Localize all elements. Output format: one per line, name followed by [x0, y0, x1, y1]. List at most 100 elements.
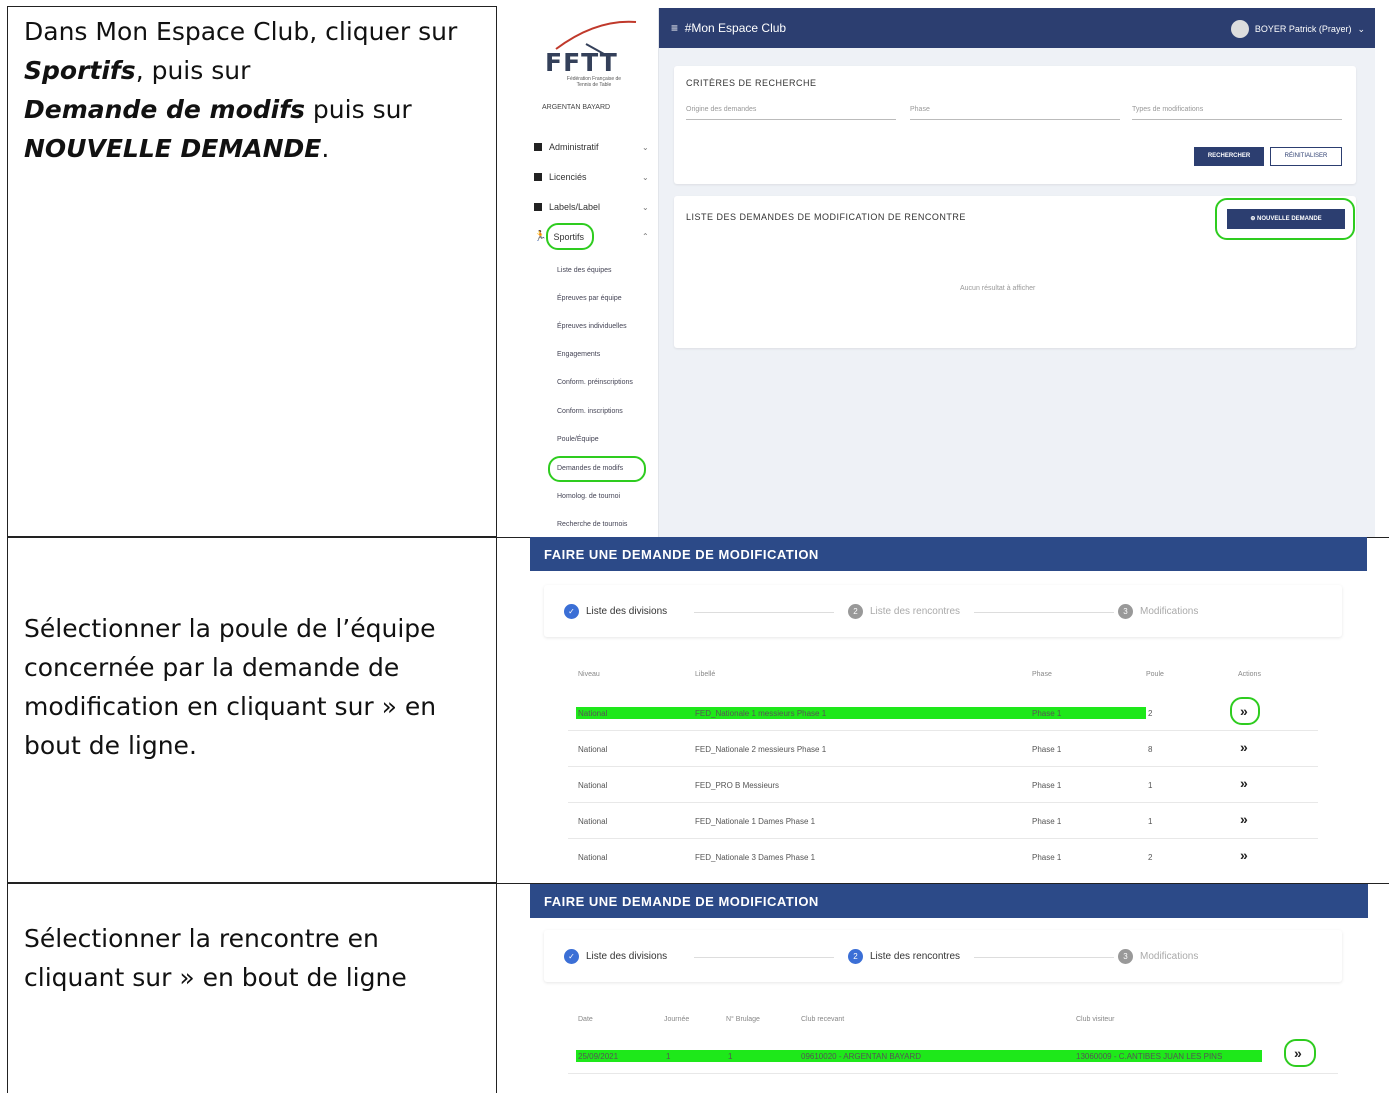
col-header: Poule [1146, 671, 1164, 678]
avatar [1230, 20, 1249, 38]
cell-journee: 1 [666, 1052, 671, 1061]
step-number: 3 [1118, 949, 1133, 964]
cell-poule: 8 [1148, 745, 1153, 754]
submenu-item[interactable]: Conform. inscriptions [557, 408, 623, 415]
col-header: Club recevant [801, 1016, 845, 1023]
step-divider [694, 612, 834, 613]
col-header: Niveau [578, 671, 600, 678]
rencontres-table: Date Journée N° Brulage Club recevant Cl… [558, 1000, 1348, 1093]
step-rencontres: 2 Liste des rencontres [848, 604, 960, 619]
modification-title: FAIRE UNE DEMANDE DE MODIFICATION [544, 894, 819, 909]
instruction-text-1: Dans Mon Espace Club, cliquer sur Sporti… [24, 17, 458, 163]
phase-select[interactable]: Phase [910, 106, 1120, 120]
table-row[interactable]: National FED_Nationale 3 Dames Phase 1 P… [568, 839, 1318, 875]
menu-icon[interactable]: ≡ [671, 21, 678, 35]
chevron-down-icon: ⌄ [1357, 23, 1365, 34]
screenshot-espace-club: FFTT Fédération Française de Tennis de T… [526, 8, 1375, 537]
cell-poule: 2 [1148, 853, 1153, 862]
screenshot-rencontres: FAIRE UNE DEMANDE DE MODIFICATION ✓ Liste… [530, 884, 1368, 1093]
submenu-item[interactable]: Engagements [557, 351, 600, 358]
cell-poule: 2 [1148, 709, 1153, 718]
list-card: LISTE DES DEMANDES DE MODIFICATION DE RE… [674, 196, 1356, 348]
menu-label: Administratif [549, 142, 599, 152]
cell-club-recevant: 09610020 - ARGENTAN BAYARD [801, 1052, 922, 1061]
step-label: Liste des rencontres [870, 951, 961, 962]
cell-libelle: FED_PRO B Messieurs [695, 781, 780, 790]
table-row-selected[interactable]: 25/09/2021 1 1 09610020 - ARGENTAN BAYAR… [568, 1038, 1338, 1074]
table-row[interactable]: National FED_PRO B Messieurs Phase 1 1 » [568, 767, 1318, 803]
submenu-item[interactable]: Recherche de tournois [557, 521, 627, 528]
cell-libelle: FED_Nationale 3 Dames Phase 1 [695, 853, 816, 862]
tutorial-table: Dans Mon Espace Club, cliquer sur Sporti… [0, 0, 1389, 1093]
cell-libelle: FED_Nationale 2 messieurs Phase 1 [695, 745, 827, 754]
cell-phase: Phase 1 [1032, 853, 1062, 862]
reset-button[interactable]: RÉINITIALISER [1270, 147, 1342, 166]
chevron-down-icon: ⌄ [642, 202, 649, 212]
submenu-item[interactable]: Homolog. de tournoi [557, 493, 620, 500]
select-row-icon[interactable]: » [1240, 775, 1248, 791]
menu-labels[interactable]: Labels/Label ⌄ [534, 202, 649, 212]
step-divisions[interactable]: ✓ Liste des divisions [564, 949, 667, 964]
instruction-text-2: Sélectionner la poule de l’équipe concer… [24, 614, 437, 760]
step-label: Modifications [1140, 951, 1199, 962]
id-card-icon [534, 173, 542, 181]
instruction-text-3: Sélectionner la rencontre en cliquant su… [24, 924, 407, 992]
col-header: N° Brulage [726, 1016, 760, 1023]
step-divisions[interactable]: ✓ Liste des divisions [564, 604, 667, 619]
submenu-item[interactable]: Conform. préinscriptions [557, 379, 633, 386]
select-row-icon[interactable]: » [1240, 739, 1248, 755]
step-rencontres[interactable]: 2 Liste des rencontres [848, 949, 960, 964]
type-select[interactable]: Types de modifications [1132, 106, 1342, 120]
submenu-item[interactable]: Poule/Équipe [557, 436, 599, 443]
logo-subtitle: Fédération Française de Tennis de Table [566, 76, 622, 88]
step-label: Modifications [1140, 606, 1199, 617]
table-row[interactable]: National FED_Nationale 1 Dames Phase 1 P… [568, 803, 1318, 839]
highlight-circle-sportifs [546, 223, 594, 250]
step-divider [694, 957, 834, 958]
table-row-selected[interactable]: National FED_Nationale 1 messieurs Phase… [568, 695, 1318, 731]
search-title: CRITÈRES DE RECHERCHE [686, 78, 817, 88]
modification-title: FAIRE UNE DEMANDE DE MODIFICATION [544, 547, 819, 562]
menu-licencies[interactable]: Licenciés ⌄ [534, 172, 649, 182]
cell-niveau: National [578, 853, 608, 862]
step-label: Liste des rencontres [870, 606, 961, 617]
origin-select[interactable]: Origine des demandes [686, 106, 896, 120]
stepper: ✓ Liste des divisions 2 Liste des rencontr… [544, 930, 1342, 982]
cell-phase: Phase 1 [1032, 817, 1062, 826]
club-name[interactable]: ARGENTAN BAYARD [542, 104, 610, 111]
step-number: 2 [848, 949, 863, 964]
submenu-item[interactable]: Liste des équipes [557, 267, 611, 274]
cell-libelle: FED_Nationale 1 Dames Phase 1 [695, 817, 816, 826]
cell-brulage: 1 [728, 1052, 733, 1061]
user-name: BOYER Patrick (Prayer) [1254, 24, 1352, 34]
cell-libelle: FED_Nationale 1 messieurs Phase 1 [695, 709, 827, 718]
submenu-item[interactable]: Épreuves individuelles [557, 323, 627, 330]
menu-administratif[interactable]: Administratif ⌄ [534, 142, 649, 152]
select-row-icon[interactable]: » [1240, 811, 1248, 827]
list-title: LISTE DES DEMANDES DE MODIFICATION DE RE… [686, 212, 966, 222]
menu-label: Licenciés [549, 172, 587, 182]
col-header: Club visiteur [1076, 1016, 1115, 1023]
select-row-icon[interactable]: » [1240, 847, 1248, 863]
step-divider [974, 612, 1114, 613]
search-button[interactable]: RECHERCHER [1194, 147, 1264, 166]
sidebar: FFTT Fédération Française de Tennis de T… [526, 8, 659, 537]
step-number: 2 [848, 604, 863, 619]
header-title[interactable]: ≡ #Mon Espace Club [671, 21, 786, 35]
cell-niveau: National [578, 745, 608, 754]
column-divider [496, 6, 497, 1093]
logo-text: FFTT [545, 48, 618, 77]
table-row[interactable]: National FED_Nationale 2 messieurs Phase… [568, 731, 1318, 767]
cell-niveau: National [578, 781, 608, 790]
empty-message: Aucun résultat à afficher [960, 285, 1036, 292]
step-label: Liste des divisions [586, 606, 668, 617]
col-header: Phase [1032, 671, 1052, 678]
col-header: Libellé [695, 671, 716, 678]
user-menu[interactable]: BOYER Patrick (Prayer) ⌄ [1230, 20, 1365, 38]
col-header: Journée [664, 1016, 690, 1023]
briefcase-icon [534, 143, 542, 151]
cell-niveau: National [578, 817, 608, 826]
runner-icon: 🏃 [534, 231, 547, 242]
cell-phase: Phase 1 [1032, 781, 1062, 790]
submenu-item[interactable]: Épreuves par équipe [557, 295, 622, 302]
